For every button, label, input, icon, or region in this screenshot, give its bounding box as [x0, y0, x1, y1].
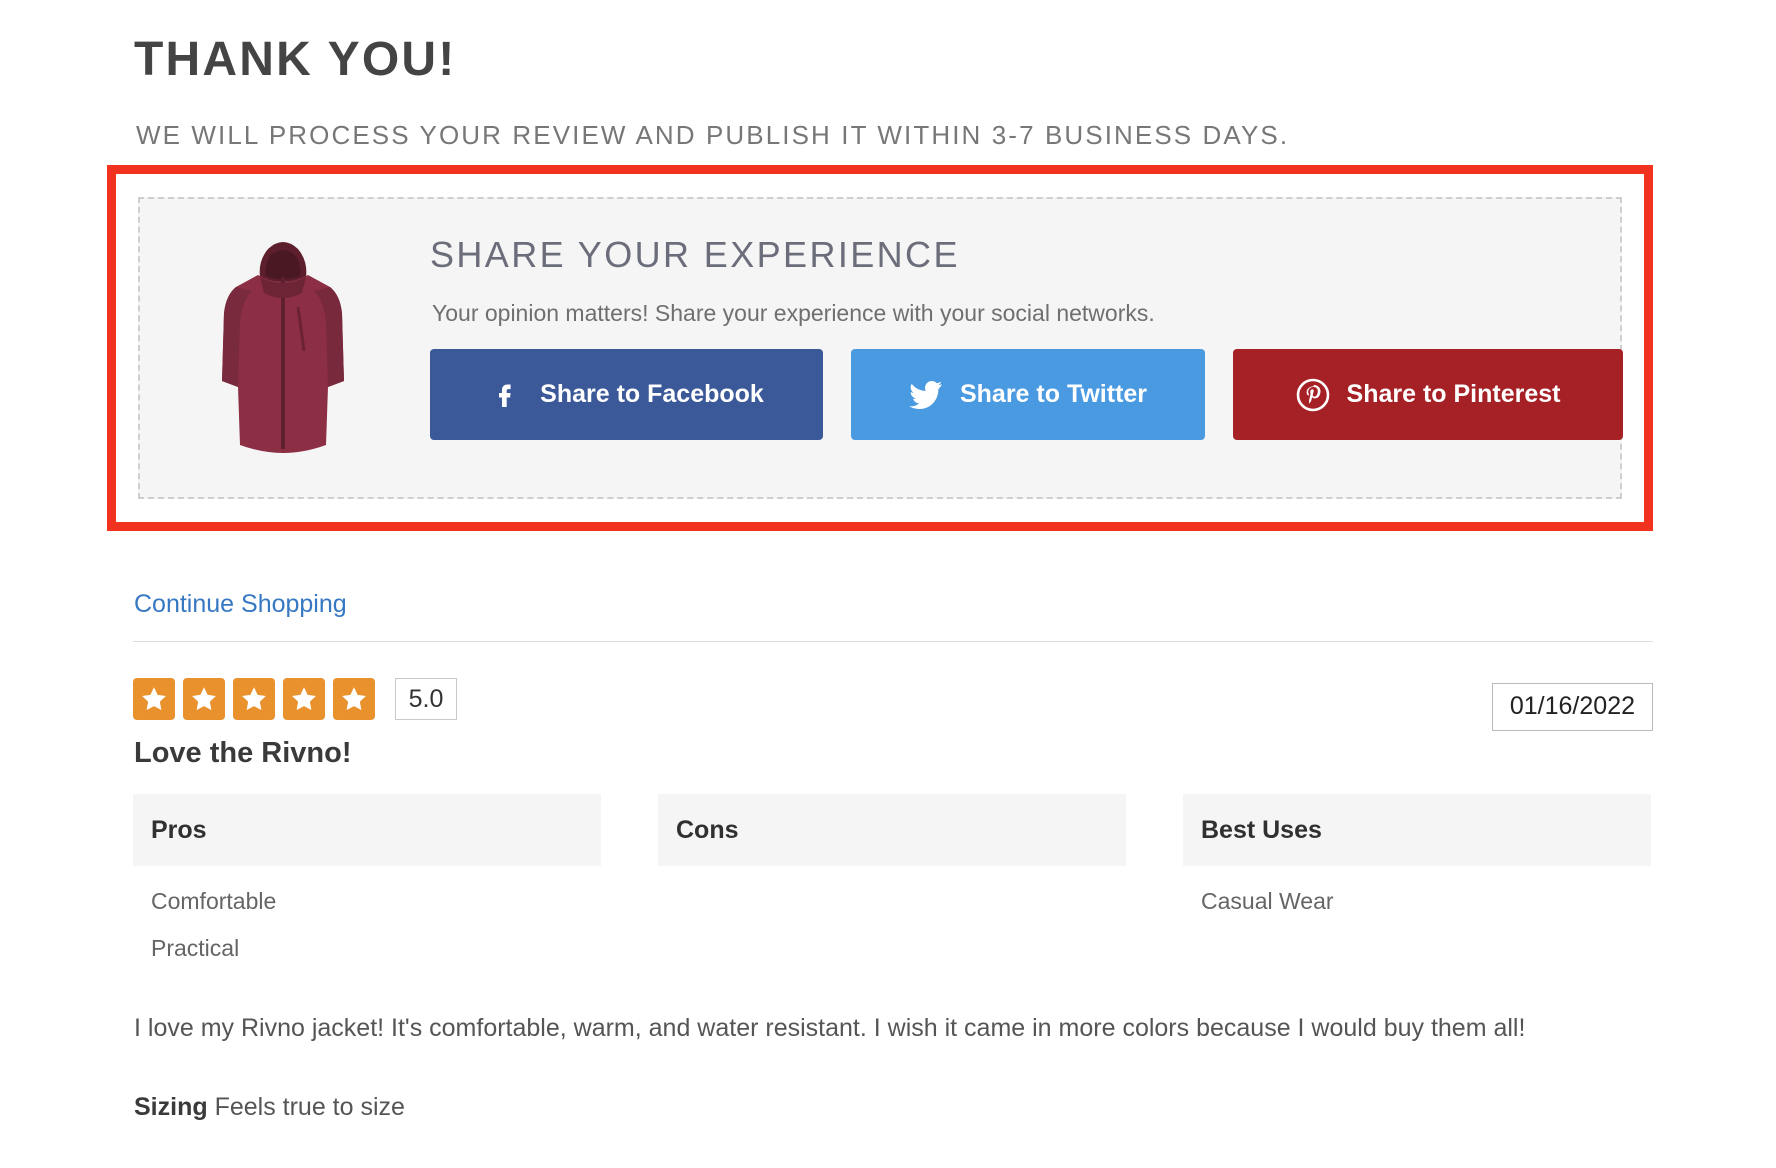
pros-list: Comfortable Practical: [133, 866, 601, 960]
product-image: [208, 231, 358, 459]
star-icon: [183, 678, 225, 720]
list-item: Comfortable: [151, 888, 277, 914]
pinterest-icon: [1296, 378, 1330, 412]
share-panel-content: SHARE YOUR EXPERIENCE Your opinion matte…: [430, 199, 1623, 501]
best-uses-list: Casual Wear: [1183, 866, 1651, 913]
share-to-twitter-button[interactable]: Share to Twitter: [851, 349, 1205, 440]
review-date: 01/16/2022: [1491, 683, 1653, 731]
share-to-twitter-label: Share to Twitter: [959, 380, 1148, 408]
review-title: Love the Rivno!: [134, 737, 352, 769]
rating-score: 5.0: [395, 678, 457, 720]
pros-column: Pros Comfortable Practical: [133, 794, 601, 984]
twitter-icon: [908, 378, 943, 412]
review-sizing: Sizing Feels true to size: [134, 1095, 405, 1120]
list-item: Practical: [151, 935, 240, 961]
star-icon: [333, 678, 375, 720]
cons-column: Cons: [658, 794, 1126, 984]
section-divider: [133, 641, 1653, 642]
thank-you-page: THANK YOU! WE WILL PROCESS YOUR REVIEW A…: [0, 0, 1776, 1168]
star-icon: [133, 678, 175, 720]
share-your-experience-panel: SHARE YOUR EXPERIENCE Your opinion matte…: [138, 197, 1623, 501]
share-to-facebook-button[interactable]: Share to Facebook: [430, 349, 823, 440]
share-to-facebook-label: Share to Facebook: [540, 380, 764, 408]
page-title: THANK YOU!: [134, 33, 457, 86]
facebook-icon: [489, 378, 523, 412]
share-buttons: Share to Facebook Share to Twitter Share…: [430, 349, 1623, 440]
cons-list: [658, 866, 1126, 890]
share-to-pinterest-button[interactable]: Share to Pinterest: [1233, 349, 1623, 440]
star-icon: [283, 678, 325, 720]
page-subtitle: WE WILL PROCESS YOUR REVIEW AND PUBLISH …: [136, 120, 1290, 150]
share-title: SHARE YOUR EXPERIENCE: [430, 234, 960, 275]
share-section-highlight: SHARE YOUR EXPERIENCE Your opinion matte…: [107, 165, 1653, 531]
review-body-text: I love my Rivno jacket! It's comfortable…: [134, 1014, 1526, 1042]
pros-heading: Pros: [133, 794, 601, 866]
best-uses-column: Best Uses Casual Wear: [1183, 794, 1651, 984]
star-icon: [233, 678, 275, 720]
cons-heading: Cons: [658, 794, 1126, 866]
share-subtitle: Your opinion matters! Share your experie…: [432, 300, 1155, 326]
best-uses-heading: Best Uses: [1183, 794, 1651, 866]
review-rating: 5.0: [133, 678, 457, 720]
sizing-label: Sizing: [134, 1093, 208, 1121]
list-item: Casual Wear: [1201, 888, 1334, 914]
sizing-value: Feels true to size: [214, 1093, 405, 1121]
continue-shopping-link[interactable]: Continue Shopping: [134, 592, 347, 617]
review-attribute-columns: Pros Comfortable Practical Cons Best Use…: [133, 794, 1653, 984]
share-to-pinterest-label: Share to Pinterest: [1346, 380, 1561, 408]
